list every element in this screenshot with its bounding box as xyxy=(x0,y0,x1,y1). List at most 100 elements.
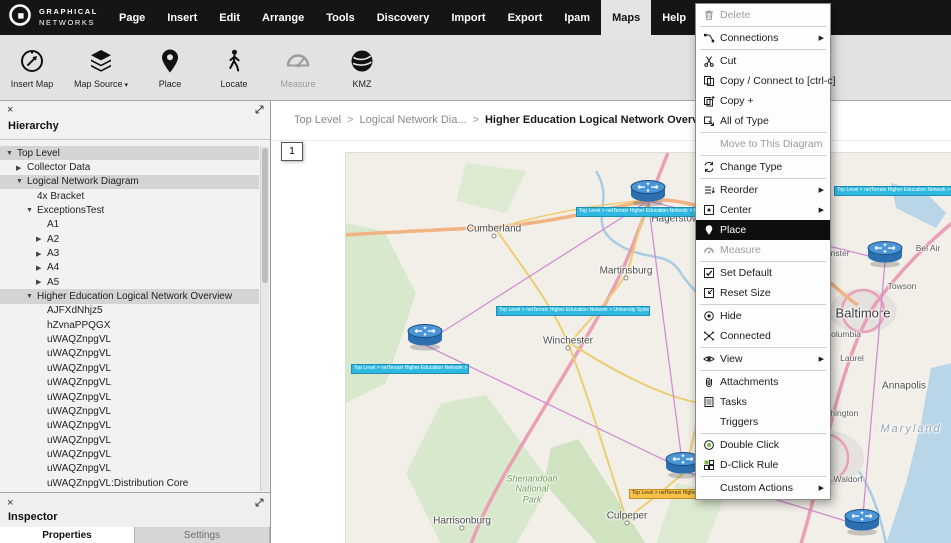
tab-settings[interactable]: Settings xyxy=(135,527,270,543)
menu-separator xyxy=(700,261,826,262)
hierarchy-resize-icon[interactable] xyxy=(255,101,264,119)
inspector-resize-icon[interactable] xyxy=(255,494,264,512)
node-label-tag[interactable]: Top Level > netTerrain Higher Education … xyxy=(834,186,951,196)
context-menu-item-all-of-type[interactable]: All of Type xyxy=(696,111,830,131)
tree-item-uwaqznpgvl[interactable]: uWAQZnpgVL xyxy=(0,447,259,461)
context-menu-item-attachments[interactable]: Attachments xyxy=(696,372,830,392)
menu-item-maps[interactable]: Maps xyxy=(601,0,651,35)
tree-item-uwaqznpgvl[interactable]: uWAQZnpgVL xyxy=(0,390,259,404)
context-menu-item-view[interactable]: View▶ xyxy=(696,349,830,369)
toolbar-map-source-button[interactable]: Map Source ▾ xyxy=(64,35,138,100)
menu-item-edit[interactable]: Edit xyxy=(208,0,251,35)
context-menu-item-double-click[interactable]: Double Click xyxy=(696,435,830,455)
menu-item-insert[interactable]: Insert xyxy=(156,0,208,35)
context-menu-item-cut[interactable]: Cut xyxy=(696,51,830,71)
chevron-expanded-icon[interactable]: ▼ xyxy=(6,150,17,157)
context-menu-item-connections[interactable]: Connections▶ xyxy=(696,28,830,48)
chevron-collapsed-icon[interactable]: ▶ xyxy=(36,250,47,258)
tree-item-higher-education-logical-network-overview[interactable]: ▼Higher Education Logical Network Overvi… xyxy=(0,289,259,303)
tab-properties[interactable]: Properties xyxy=(0,527,135,543)
hierarchy-scrollbar-thumb[interactable] xyxy=(262,148,268,283)
toolbar-place-button[interactable]: Place xyxy=(138,35,202,100)
router-node-icon[interactable] xyxy=(842,505,882,542)
tree-item-label: uWAQZnpgVL xyxy=(47,449,111,460)
node-label-tag[interactable]: Top Level > netTerrain Higher Education … xyxy=(351,364,469,374)
breadcrumb-item-top-level[interactable]: Top Level xyxy=(294,114,341,126)
tree-item-hzvnappqgx[interactable]: hZvnaPPQGX xyxy=(0,318,259,332)
tree-item-label: Higher Education Logical Network Overvie… xyxy=(37,291,232,302)
breadcrumb-item-higher-education-logical-network-overview[interactable]: Higher Education Logical Network Overvie… xyxy=(485,114,716,126)
hierarchy-close-icon[interactable]: × xyxy=(7,105,13,116)
router-node-icon[interactable] xyxy=(628,176,668,213)
tree-item-a4[interactable]: ▶A4 xyxy=(0,261,259,275)
context-menu-item-tasks[interactable]: Tasks xyxy=(696,392,830,412)
tree-item-a5[interactable]: ▶A5 xyxy=(0,275,259,289)
hierarchy-scrollbar-track[interactable] xyxy=(260,146,269,491)
context-menu-item-reorder[interactable]: Reorder▶ xyxy=(696,180,830,200)
menu-item-ipam[interactable]: Ipam xyxy=(553,0,601,35)
tree-item-uwaqznpgvl[interactable]: uWAQZnpgVL xyxy=(0,404,259,418)
menu-item-page[interactable]: Page xyxy=(108,0,156,35)
node-label-tag[interactable]: Top Level > netTerrain Higher Education … xyxy=(496,306,650,316)
menu-item-discovery[interactable]: Discovery xyxy=(366,0,441,35)
toolbar-insert-map-button[interactable]: Insert Map xyxy=(0,35,64,100)
chevron-expanded-icon[interactable]: ▼ xyxy=(16,178,27,185)
tree-item-uwaqznpgvl[interactable]: uWAQZnpgVL xyxy=(0,332,259,346)
tree-item-exceptionstest[interactable]: ▼ExceptionsTest xyxy=(0,203,259,217)
context-menu-item-place[interactable]: Place xyxy=(696,220,830,240)
context-menu-item-change-type[interactable]: Change Type xyxy=(696,157,830,177)
tree-item-a2[interactable]: ▶A2 xyxy=(0,232,259,246)
layers-icon xyxy=(88,47,114,74)
tree-item-uwaqznpgvl[interactable]: uWAQZnpgVL xyxy=(0,433,259,447)
router-node-icon[interactable] xyxy=(865,237,905,274)
double-click-icon xyxy=(703,439,720,451)
context-menu-item-label: Set Default xyxy=(720,267,772,279)
chevron-collapsed-icon[interactable]: ▶ xyxy=(36,278,47,286)
page-number-box[interactable]: 1 xyxy=(281,142,303,161)
tree-item-uwaqznpgvl-distribution-core[interactable]: uWAQZnpgVL:Distribution Core xyxy=(0,476,259,490)
context-menu-item-reset-size[interactable]: Reset Size xyxy=(696,283,830,303)
menu-item-arrange[interactable]: Arrange xyxy=(251,0,315,35)
chevron-expanded-icon[interactable]: ▼ xyxy=(26,207,37,214)
tree-item-a1[interactable]: A1 xyxy=(0,218,259,232)
chevron-collapsed-icon[interactable]: ▶ xyxy=(36,264,47,272)
tree-item-label: A2 xyxy=(47,234,59,245)
menu-item-help[interactable]: Help xyxy=(651,0,697,35)
context-menu-item-hide[interactable]: Hide xyxy=(696,306,830,326)
tree-item-top-level[interactable]: ▼Top Level xyxy=(0,146,259,160)
breadcrumb-item-logical-network-dia[interactable]: Logical Network Dia... xyxy=(360,114,467,126)
tree-item-4x-bracket[interactable]: 4x Bracket xyxy=(0,189,259,203)
context-menu-item-custom-actions[interactable]: Custom Actions▶ xyxy=(696,478,830,498)
tree-item-uwaqznpgvl[interactable]: uWAQZnpgVL xyxy=(0,376,259,390)
app-window: GRAPHICAL NETWORKS PageInsertEditArrange… xyxy=(0,0,951,543)
tree-item-ajfxdnhjz5[interactable]: AJFXdNhjz5 xyxy=(0,304,259,318)
context-menu-item-d-click-rule[interactable]: D-Click Rule xyxy=(696,455,830,475)
toolbar-locate-button[interactable]: Locate xyxy=(202,35,266,100)
menubar-items: PageInsertEditArrangeToolsDiscoveryImpor… xyxy=(108,0,697,35)
context-menu-item-label: Connected xyxy=(720,330,771,342)
tree-item-collector-data[interactable]: ▶Collector Data xyxy=(0,160,259,174)
context-menu-item-copy[interactable]: Copy + xyxy=(696,91,830,111)
context-menu-item-center[interactable]: Center▶ xyxy=(696,200,830,220)
menu-item-export[interactable]: Export xyxy=(497,0,554,35)
tree-item-uwaqznpgvl[interactable]: uWAQZnpgVL xyxy=(0,361,259,375)
map-canvas[interactable]: CumberlandHagerstownMartinsburgWincheste… xyxy=(345,152,951,543)
inspector-close-icon[interactable]: × xyxy=(7,498,13,509)
tree-item-a3[interactable]: ▶A3 xyxy=(0,246,259,260)
chevron-collapsed-icon[interactable]: ▶ xyxy=(16,164,27,172)
router-node-icon[interactable] xyxy=(405,320,445,357)
tree-item-uwaqznpgvl[interactable]: uWAQZnpgVL xyxy=(0,347,259,361)
tree-item-uwaqznpgvl[interactable]: uWAQZnpgVL xyxy=(0,462,259,476)
menu-item-import[interactable]: Import xyxy=(440,0,496,35)
toolbar-kmz-button[interactable]: KMZ xyxy=(330,35,394,100)
chevron-expanded-icon[interactable]: ▼ xyxy=(26,293,37,300)
context-menu-item-triggers[interactable]: Triggers xyxy=(696,412,830,432)
tree-item-logical-network-diagram[interactable]: ▼Logical Network Diagram xyxy=(0,175,259,189)
context-menu-item-copy-connect-to-ctrl-c[interactable]: Copy / Connect to [ctrl-c] xyxy=(696,71,830,91)
context-menu-item-set-default[interactable]: Set Default xyxy=(696,263,830,283)
tree-item-label: Logical Network Diagram xyxy=(27,176,139,187)
tree-item-uwaqznpgvl[interactable]: uWAQZnpgVL xyxy=(0,419,259,433)
menu-item-tools[interactable]: Tools xyxy=(315,0,366,35)
chevron-collapsed-icon[interactable]: ▶ xyxy=(36,235,47,243)
context-menu-item-connected[interactable]: Connected xyxy=(696,326,830,346)
